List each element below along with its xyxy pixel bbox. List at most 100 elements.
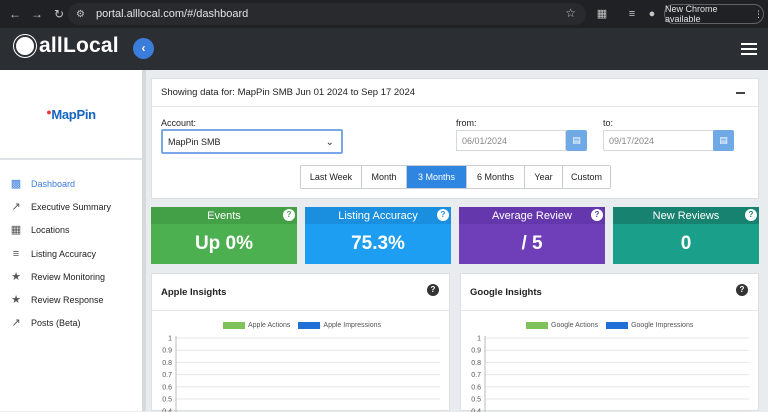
help-icon[interactable]: ?	[283, 209, 295, 221]
to-date-input[interactable]: 09/17/2024	[603, 130, 714, 151]
collapse-sidebar-button[interactable]: ‹	[133, 38, 154, 59]
panel-title: Apple Insights ?	[152, 274, 449, 311]
filter-panel: Showing data for: MapPin SMB Jun 01 2024…	[151, 78, 759, 199]
hamburger-menu-icon[interactable]	[741, 43, 757, 55]
sidebar-item-label: Listing Accuracy	[31, 248, 97, 259]
profile-avatar[interactable]: ●	[645, 7, 659, 21]
from-label: from:	[456, 118, 477, 128]
collapse-panel-icon[interactable]	[736, 92, 745, 94]
sidebar: ●MapPin ▩ Dashboard ↗ Executive Summary …	[0, 70, 142, 411]
card-value: 0	[613, 224, 759, 264]
from-date-input[interactable]: 06/01/2024	[456, 130, 566, 151]
panel-title-text: Google Insights	[470, 286, 542, 298]
address-bar[interactable]: ⚙ portal.alllocal.com/#/dashboard ☆	[68, 3, 586, 25]
sidebar-item-label: Executive Summary	[31, 201, 112, 212]
dashboard-icon: ▩	[10, 177, 22, 190]
sidebar-item-label: Dashboard	[31, 178, 76, 189]
card-title: Average Review ?	[459, 207, 605, 224]
calendar-icon[interactable]: ▤	[566, 130, 587, 151]
card-value: 75.3%	[305, 224, 451, 264]
brand-name: allLocal	[39, 34, 119, 57]
y-tick-label: 0.8	[162, 360, 172, 367]
card-title-text: Average Review	[492, 209, 572, 222]
to-label: to:	[603, 118, 614, 128]
range-year-button[interactable]: Year	[525, 166, 563, 188]
account-logo: ●MapPin	[0, 70, 142, 160]
globe-logo-icon	[14, 35, 36, 57]
calendar-icon[interactable]: ▤	[713, 130, 734, 151]
list-icon: ≡	[12, 247, 20, 260]
account-select[interactable]: MapPin SMB ⌄	[161, 129, 343, 154]
range-button-group: Last Week Month 3 Months 6 Months Year C…	[300, 165, 611, 189]
from-date-value: 06/01/2024	[462, 135, 508, 146]
card-title-text: Events	[207, 209, 241, 222]
reading-list-icon[interactable]: ≡	[625, 7, 639, 21]
help-icon[interactable]: ?	[437, 209, 449, 221]
insights-chart: 10.90.80.70.60.50.4	[162, 336, 440, 412]
sidebar-menu: ▩ Dashboard ↗ Executive Summary ▦ Locati…	[0, 160, 142, 335]
trend-icon: ↗	[11, 200, 21, 213]
site-settings-icon[interactable]: ⚙	[76, 9, 90, 20]
range-custom-button[interactable]: Custom	[563, 166, 610, 188]
help-icon[interactable]: ?	[591, 209, 603, 221]
chrome-update-button[interactable]: New Chrome available ⋮	[664, 4, 764, 24]
sidebar-item-listing-accuracy[interactable]: ≡ Listing Accuracy	[0, 242, 142, 265]
url-text[interactable]: portal.alllocal.com/#/dashboard	[96, 8, 248, 20]
account-label: Account:	[161, 118, 197, 128]
back-icon[interactable]: ←	[8, 7, 22, 21]
average-review-card: Average Review ? / 5	[459, 207, 605, 264]
card-title-text: Listing Accuracy	[338, 209, 418, 222]
y-tick-label: 0.6	[471, 384, 481, 391]
chevron-down-icon: ⌄	[325, 137, 334, 148]
y-tick-label: 0.9	[162, 348, 172, 355]
sidebar-item-posts[interactable]: ↗ Posts (Beta)	[0, 312, 142, 335]
listing-accuracy-card: Listing Accuracy ? 75.3%	[305, 207, 451, 264]
y-tick-label: 0.7	[162, 372, 172, 379]
filter-summary: Showing data for: MapPin SMB Jun 01 2024…	[152, 79, 758, 107]
y-tick-label: 0.5	[162, 397, 172, 404]
app-header: allLocal ‹	[0, 28, 768, 70]
browser-toolbar: ← → ↻ ⚙ portal.alllocal.com/#/dashboard …	[0, 0, 768, 28]
range-month-button[interactable]: Month	[362, 166, 407, 188]
reload-icon[interactable]: ↻	[52, 7, 66, 21]
help-icon[interactable]: ?	[736, 284, 748, 296]
extensions-icon[interactable]: ▦	[595, 7, 609, 21]
star-icon: ★	[11, 270, 21, 283]
y-tick-label: 0.8	[471, 360, 481, 367]
y-tick-label: 1	[477, 336, 481, 343]
sidebar-item-dashboard[interactable]: ▩ Dashboard	[0, 172, 142, 195]
help-icon[interactable]: ?	[427, 284, 439, 296]
sidebar-item-label: Posts (Beta)	[31, 318, 81, 329]
brand-logo[interactable]: allLocal	[14, 34, 119, 58]
building-icon: ▦	[10, 224, 22, 237]
range-6-months-button[interactable]: 6 Months	[467, 166, 525, 188]
trend-icon: ↗	[11, 317, 21, 330]
y-tick-label: 0.6	[162, 384, 172, 391]
y-tick-label: 0.5	[471, 397, 481, 404]
mappin-logo: ●MapPin	[46, 106, 96, 122]
forward-icon[interactable]: →	[30, 7, 44, 21]
help-icon[interactable]: ?	[745, 209, 757, 221]
sidebar-item-review-monitoring[interactable]: ★ Review Monitoring	[0, 265, 142, 288]
new-reviews-card: New Reviews ? 0	[613, 207, 759, 264]
range-3-months-button[interactable]: 3 Months	[407, 166, 467, 188]
google-insights-panel: Google Insights ? Google Actions Google …	[460, 273, 759, 412]
sidebar-item-label: Review Response	[31, 295, 104, 306]
y-tick-label: 0.9	[471, 348, 481, 355]
bookmark-star-icon[interactable]: ☆	[565, 6, 576, 20]
account-select-value: MapPin SMB	[168, 136, 221, 147]
sidebar-item-executive-summary[interactable]: ↗ Executive Summary	[0, 195, 142, 218]
card-title: Events ?	[151, 207, 297, 224]
sidebar-item-locations[interactable]: ▦ Locations	[0, 219, 142, 242]
star-icon: ★	[11, 294, 21, 307]
range-last-week-button[interactable]: Last Week	[301, 166, 362, 188]
apple-insights-panel: Apple Insights ? Apple Actions Apple Imp…	[151, 273, 450, 412]
sidebar-item-review-response[interactable]: ★ Review Response	[0, 288, 142, 311]
card-title: New Reviews ?	[613, 207, 759, 224]
filter-summary-text: Showing data for: MapPin SMB Jun 01 2024…	[161, 87, 416, 98]
more-vert-icon: ⋮	[754, 8, 763, 19]
sidebar-divider	[142, 70, 146, 411]
card-title-text: New Reviews	[652, 209, 720, 222]
to-date-value: 09/17/2024	[609, 135, 655, 146]
card-value: / 5	[459, 224, 605, 264]
